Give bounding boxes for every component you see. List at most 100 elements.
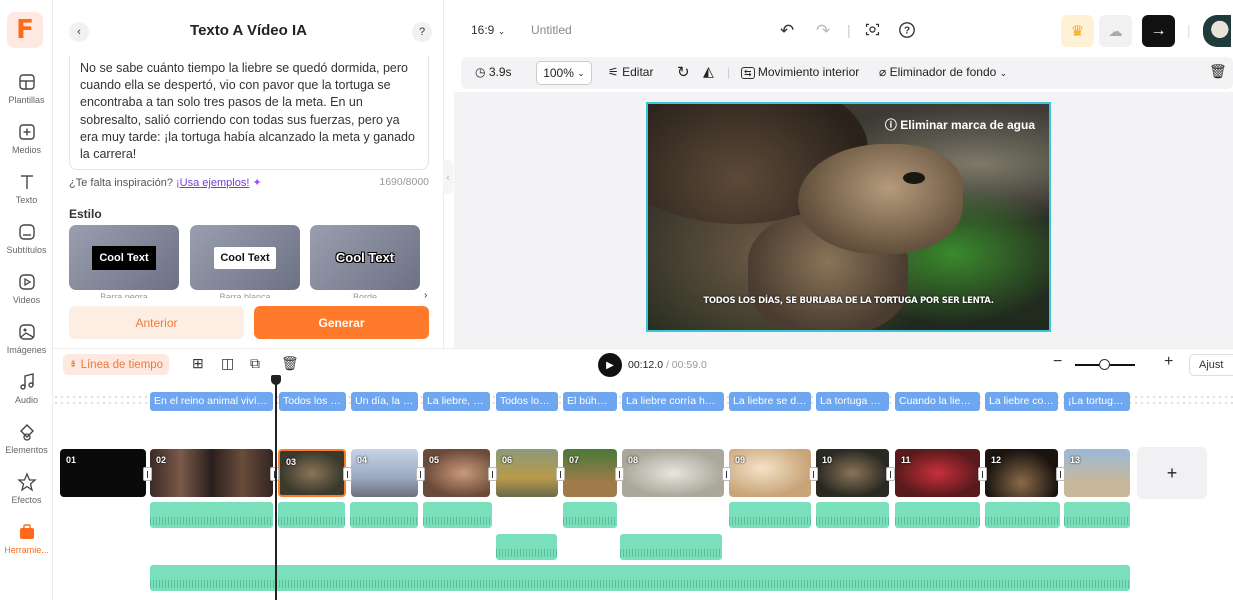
generate-button[interactable]: Generar [254,306,429,339]
style-card-white-bar[interactable]: Cool Text [190,225,300,290]
voiceover-audio-clip[interactable] [150,502,273,528]
voiceover-audio-clip[interactable] [985,502,1060,528]
voiceover-audio-clip[interactable] [895,502,980,528]
export-button[interactable]: → [1142,15,1175,47]
voiceover-audio-clip[interactable] [620,534,722,560]
rail-item-imagenes[interactable]: Imágenes [0,322,53,355]
caption-chip[interactable]: Todos los ... [496,392,558,411]
playhead[interactable] [275,378,277,600]
trash-icon[interactable]: 🗑 [281,355,299,372]
caption-chip[interactable]: La tortuga se... [816,392,889,411]
undo-icon[interactable]: ↶ [780,21,794,41]
voiceover-audio-clip[interactable] [563,502,617,528]
video-clip[interactable]: 13 [1064,449,1130,497]
transition-handle[interactable] [615,467,624,481]
help-button[interactable]: ? [412,22,432,42]
rail-item-efectos[interactable]: Efectos [0,472,53,505]
zoom-slider-handle[interactable] [1099,359,1110,370]
transition-handle[interactable] [143,467,152,481]
caption-chip[interactable]: La liebre se det... [729,392,811,411]
transition-handle[interactable] [343,467,352,481]
video-clip[interactable]: 12 [985,449,1058,497]
inner-motion-button[interactable]: ⇆ Movimiento interior [741,65,859,79]
trash-icon[interactable]: 🗑 [1209,63,1227,80]
app-logo[interactable]: F [7,12,43,48]
zoom-select[interactable]: 100% ⌄ [536,61,592,85]
video-clip[interactable]: 08 [622,449,724,497]
transition-handle[interactable] [1056,467,1065,481]
rail-item-texto[interactable]: Texto [0,172,53,205]
play-button[interactable]: ▶ [598,353,622,377]
transition-handle[interactable] [488,467,497,481]
fit-button[interactable]: Ajust [1189,354,1233,376]
help-circle-icon[interactable]: ? [898,21,916,44]
edit-button[interactable]: ⚟ Editar [608,65,653,79]
voiceover-audio-clip[interactable] [1064,502,1130,528]
caption-chip[interactable]: La liebre corri... [985,392,1058,411]
style-card-border[interactable]: Cool Text [310,225,420,290]
zoom-in-icon[interactable]: + [1164,353,1173,371]
transition-handle[interactable] [416,467,425,481]
premium-crown-button[interactable]: ♛ [1061,15,1094,47]
caption-chip[interactable]: El búho s... [563,392,617,411]
voiceover-audio-clip[interactable] [423,502,492,528]
previous-button[interactable]: Anterior [69,306,244,339]
timeline-tab[interactable]: ⇟ Línea de tiempo [63,354,170,375]
caption-chip[interactable]: Todos los di... [279,392,346,411]
caption-chip[interactable]: Un día, la tor... [351,392,418,411]
caption-chip[interactable]: La liebre, as... [423,392,490,411]
chevron-right-icon[interactable]: › [424,290,427,301]
remove-watermark-button[interactable]: ⓘ Eliminar marca de agua [885,116,1035,133]
background-remover-button[interactable]: ⌀ Eliminador de fondo ⌄ [879,65,1007,79]
duplicate-icon[interactable]: ⧉ [250,355,260,372]
rail-item-videos[interactable]: Videos [0,272,53,305]
transition-handle[interactable] [978,467,987,481]
voiceover-audio-clip[interactable] [278,502,345,528]
duration-control[interactable]: ◷ 3.9s [475,65,512,79]
video-clip[interactable]: 07 [563,449,617,497]
voiceover-audio-clip[interactable] [496,534,557,560]
rail-item-medios[interactable]: Medios [0,122,53,155]
capture-icon[interactable] [864,21,881,43]
style-card-black-bar[interactable]: Cool Text [69,225,179,290]
redo-icon[interactable]: ↷ [816,21,830,41]
video-clip[interactable]: 11 [895,449,980,497]
transition-handle[interactable] [886,467,895,481]
rail-item-subtitulos[interactable]: Subtítulos [0,222,53,255]
flip-icon[interactable]: ◭ [703,63,714,80]
video-clip[interactable]: 10 [816,449,889,497]
transition-handle[interactable] [556,467,565,481]
video-clip[interactable]: 06 [496,449,558,497]
voiceover-audio-clip[interactable] [729,502,811,528]
video-clip[interactable]: 09 [729,449,811,497]
avatar[interactable] [1203,15,1231,47]
rail-item-herramientas[interactable]: Herramie... [0,522,53,555]
story-textarea[interactable]: No se sabe cuánto tiempo la liebre se qu… [69,56,429,170]
aspect-ratio-select[interactable]: 16:9 ⌄ [471,23,505,37]
add-icon[interactable]: ⊞ [192,355,204,372]
cloud-save-button[interactable]: ☁ [1099,15,1132,47]
caption-chip[interactable]: ¡La tortuga ... [1064,392,1130,411]
split-icon[interactable]: ◫ [221,355,234,372]
caption-chip[interactable]: Cuando la liebre... [895,392,980,411]
rotate-icon[interactable]: ↻ [677,63,690,81]
transition-handle[interactable] [809,467,818,481]
rail-item-plantillas[interactable]: Plantillas [0,72,53,105]
video-clip-selected[interactable]: 03 [278,449,346,497]
voiceover-audio-clip[interactable] [350,502,418,528]
add-clip-button[interactable]: + [1137,447,1207,499]
video-clip[interactable]: 04 [351,449,418,497]
background-music-track[interactable] [150,565,1130,591]
rail-item-elementos[interactable]: Elementos [0,422,53,455]
rail-item-audio[interactable]: Audio [0,372,53,405]
collapse-panel-handle[interactable]: ‹ [443,160,453,194]
use-examples-link[interactable]: ¡Usa ejemplos! [176,177,249,189]
transition-handle[interactable] [722,467,731,481]
zoom-out-icon[interactable]: − [1053,353,1062,371]
voiceover-audio-clip[interactable] [816,502,889,528]
caption-chip[interactable]: La liebre corría haci... [622,392,724,411]
video-clip[interactable]: 02 [150,449,273,497]
video-clip[interactable]: 05 [423,449,490,497]
project-name[interactable]: Untitled [531,23,572,37]
video-clip[interactable]: 01 [60,449,146,497]
